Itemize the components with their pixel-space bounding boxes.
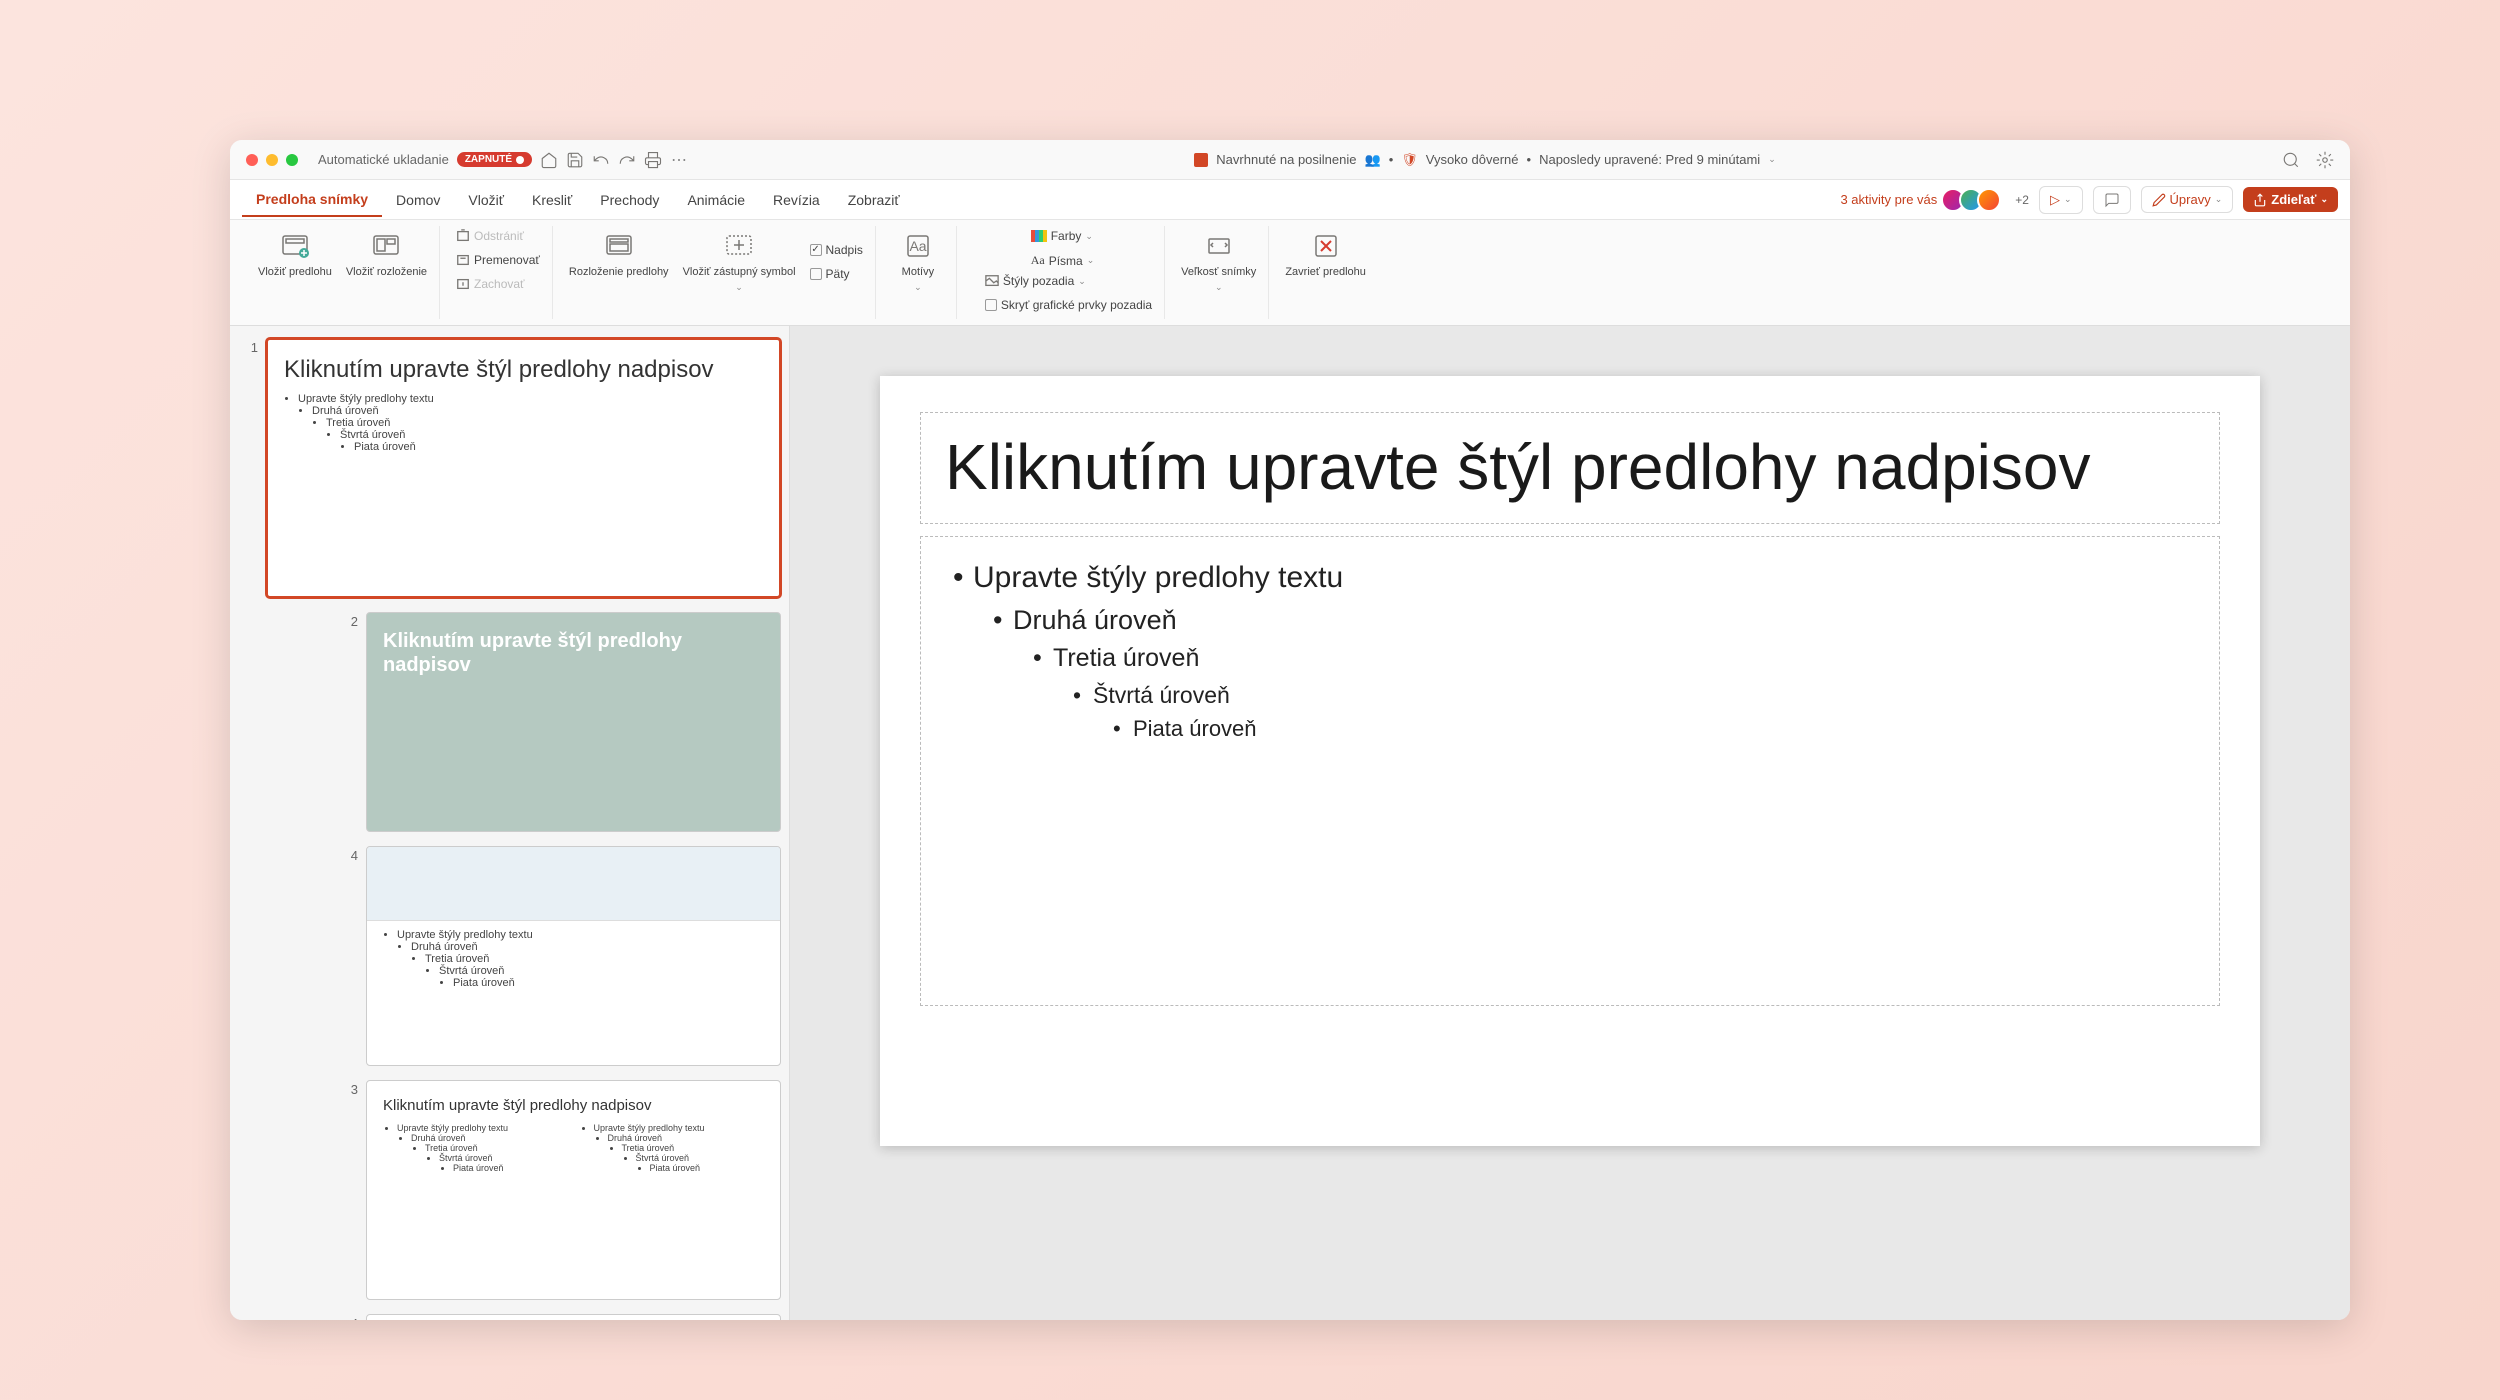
tab-draw[interactable]: Kresliť xyxy=(518,184,586,216)
insert-placeholder-button[interactable]: Vložiť zástupný symbol⌄ xyxy=(679,226,800,297)
present-button[interactable]: ▷⌄ xyxy=(2039,186,2083,214)
tab-review[interactable]: Revízia xyxy=(759,184,834,216)
people-icon: 👥 xyxy=(1365,152,1381,168)
title-right xyxy=(2282,151,2334,169)
shield-icon: 🛡 xyxy=(1401,152,1418,168)
powerpoint-icon xyxy=(1194,153,1208,167)
workspace: 1 Kliknutím upravte štýl predlohy nadpis… xyxy=(230,326,2350,1320)
autosave-toggle[interactable]: ZAPNUTÉ xyxy=(457,152,532,167)
settings-icon[interactable] xyxy=(2316,151,2334,169)
designed-label: Navrhnuté na posilnenie xyxy=(1216,152,1356,167)
editing-mode-button[interactable]: Úpravy⌄ xyxy=(2141,186,2234,213)
more-icon[interactable]: ⋯ xyxy=(670,151,688,169)
layout-thumbnail[interactable]: 4 Upravte štýly predlohy textu Druhá úro… xyxy=(338,846,781,1066)
undo-icon[interactable] xyxy=(592,151,610,169)
svg-text:Aa: Aa xyxy=(909,238,926,254)
thumbnail-panel[interactable]: 1 Kliknutím upravte štýl predlohy nadpis… xyxy=(230,326,790,1320)
thumbnail-number: 2 xyxy=(338,612,358,832)
thumbnail-number: 3 xyxy=(338,1080,358,1300)
thumb-title: Kliknutím upravte štýl predlohy nadpisov xyxy=(383,629,764,677)
comments-button[interactable] xyxy=(2093,186,2131,214)
presence-avatars[interactable] xyxy=(1947,188,2001,212)
more-avatars-count[interactable]: +2 xyxy=(2015,193,2029,207)
activity-label[interactable]: 3 aktivity pre vás xyxy=(1840,192,1937,207)
footers-checkbox[interactable]: Päty xyxy=(806,264,867,284)
save-icon[interactable] xyxy=(566,151,584,169)
body-level-5: Piata úroveň xyxy=(1105,712,2195,745)
themes-button[interactable]: Aa Motívy⌄ xyxy=(888,226,948,297)
tab-view[interactable]: Zobraziť xyxy=(834,184,914,216)
body-level-4: Štvrtá úroveň xyxy=(1065,678,2195,713)
search-icon[interactable] xyxy=(2282,151,2300,169)
thumb-body: Upravte štýly predlohy textuDruhá úroveň… xyxy=(383,1123,764,1173)
last-modified-label: Naposledy upravené: Pred 9 minútami xyxy=(1539,152,1760,167)
tab-insert[interactable]: Vložiť xyxy=(454,184,518,216)
confidential-label: Vysoko dôverné xyxy=(1426,152,1519,167)
thumb-body: Upravte štýly predlohy textu Druhá úrove… xyxy=(383,929,764,989)
master-title-placeholder[interactable]: Kliknutím upravte štýl predlohy nadpisov xyxy=(920,412,2220,524)
thumb-body: Upravte štýly predlohy textu Druhá úrove… xyxy=(284,393,763,453)
print-icon[interactable] xyxy=(644,151,662,169)
rename-button[interactable]: Premenovať xyxy=(452,250,544,270)
preserve-button[interactable]: Zachovať xyxy=(452,274,544,294)
maximize-window-button[interactable] xyxy=(286,154,298,166)
master-body-placeholder[interactable]: Upravte štýly predlohy textu Druhá úrove… xyxy=(920,536,2220,1007)
ribbon: Vložiť predlohu Vložiť rozloženie Odstrá… xyxy=(230,220,2350,326)
thumb-title: Kliknutím upravte štýl predlohy nadpisov xyxy=(284,356,763,385)
minimize-window-button[interactable] xyxy=(266,154,278,166)
thumbnail-number: 1 xyxy=(238,338,258,598)
redo-icon[interactable] xyxy=(618,151,636,169)
tab-transitions[interactable]: Prechody xyxy=(586,184,673,216)
share-button[interactable]: Zdieľať⌄ xyxy=(2243,187,2338,212)
fonts-button[interactable]: AaPísma⌄ xyxy=(1027,250,1099,271)
avatar xyxy=(1977,188,2001,212)
title-checkbox[interactable]: Nadpis xyxy=(806,240,867,260)
separator-dot: • xyxy=(1527,152,1532,167)
autosave-label: Automatické ukladanie xyxy=(318,152,449,167)
slide-canvas[interactable]: Kliknutím upravte štýl predlohy nadpisov… xyxy=(880,376,2260,1146)
slide-size-button[interactable]: Veľkosť snímky⌄ xyxy=(1177,226,1260,297)
tabs-right: 3 aktivity pre vás +2 ▷⌄ Úpravy⌄ Zdieľať… xyxy=(1840,186,2338,214)
chevron-down-icon[interactable]: ⌄ xyxy=(1768,154,1776,165)
delete-button[interactable]: Odstrániť xyxy=(452,226,544,246)
colors-button[interactable]: Farby⌄ xyxy=(1027,226,1099,246)
layout-thumbnail[interactable]: 2 Kliknutím upravte štýl predlohy nadpis… xyxy=(338,612,781,832)
master-thumbnail[interactable]: 1 Kliknutím upravte štýl predlohy nadpis… xyxy=(238,338,781,598)
insert-layout-button[interactable]: Vložiť rozloženie xyxy=(342,226,431,282)
body-level-3: Tretia úroveň xyxy=(1025,640,2195,678)
close-master-button[interactable]: Zavrieť predlohu xyxy=(1281,226,1370,282)
hide-background-checkbox[interactable]: Skryť grafické prvky pozadia xyxy=(981,295,1156,315)
thumbnail-number: 4 xyxy=(338,1314,358,1320)
layout-thumbnail[interactable]: 3 Kliknutím upravte štýl predlohy nadpis… xyxy=(338,1080,781,1300)
ribbon-tabs: Predloha snímky Domov Vložiť Kresliť Pre… xyxy=(230,180,2350,220)
thumbnail-number: 4 xyxy=(338,846,358,1066)
close-window-button[interactable] xyxy=(246,154,258,166)
title-center: Navrhnuté na posilnenie 👥 • 🛡 Vysoko dôv… xyxy=(696,152,2274,168)
insert-slide-master-button[interactable]: Vložiť predlohu xyxy=(254,226,336,282)
tab-slide-master[interactable]: Predloha snímky xyxy=(242,183,382,217)
separator-dot: • xyxy=(1389,152,1394,167)
body-level-2: Druhá úroveň xyxy=(985,600,2195,641)
tab-animations[interactable]: Animácie xyxy=(673,184,759,216)
thumb-title: Kliknutím upravte štýl predlohy nadpisov xyxy=(383,1097,764,1115)
titlebar: Automatické ukladanie ZAPNUTÉ ⋯ Navrhnut… xyxy=(230,140,2350,180)
slide-canvas-area[interactable]: Kliknutím upravte štýl predlohy nadpisov… xyxy=(790,326,2350,1320)
master-layout-button[interactable]: Rozloženie predlohy xyxy=(565,226,673,297)
layout-thumbnail[interactable]: 4 xyxy=(338,1314,781,1320)
background-styles-button[interactable]: Štýly pozadia⌄ xyxy=(981,271,1156,291)
app-window: Automatické ukladanie ZAPNUTÉ ⋯ Navrhnut… xyxy=(230,140,2350,1320)
home-icon[interactable] xyxy=(540,151,558,169)
tab-home[interactable]: Domov xyxy=(382,184,454,216)
traffic-lights xyxy=(246,154,298,166)
body-level-1: Upravte štýly predlohy textu xyxy=(945,555,2195,600)
